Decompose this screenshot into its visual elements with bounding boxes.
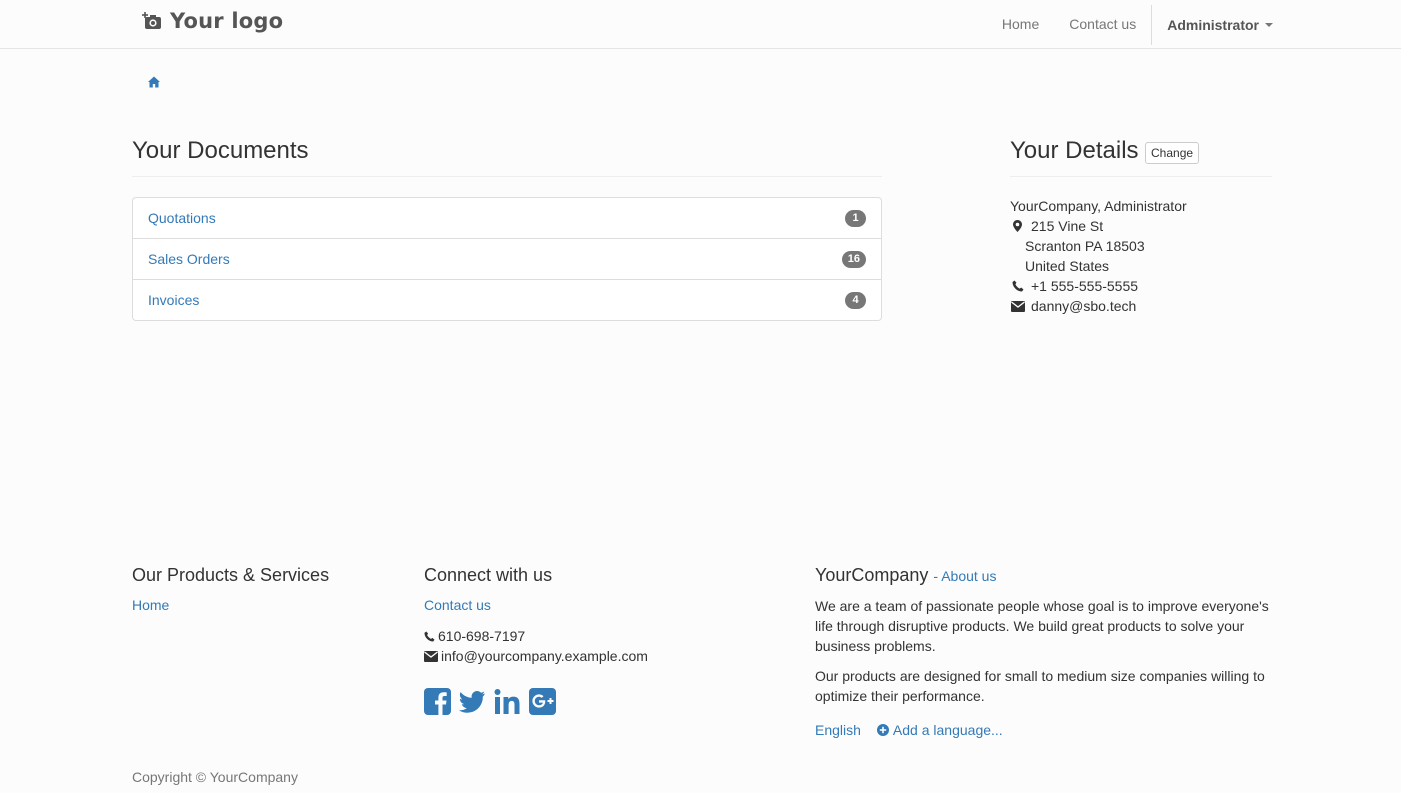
nav-links: Home Contact us Administrator (987, 0, 1273, 49)
envelope-icon (1010, 300, 1025, 312)
language-english-link[interactable]: English (815, 722, 861, 738)
doc-item-sales-orders[interactable]: Sales Orders 16 (133, 239, 881, 280)
doc-link-sales-orders[interactable]: Sales Orders (148, 251, 230, 267)
home-icon[interactable] (148, 76, 160, 88)
details-divider (1010, 176, 1272, 177)
doc-link-quotations[interactable]: Quotations (148, 210, 216, 226)
camera-plus-icon (142, 12, 161, 29)
doc-item-invoices[interactable]: Invoices 4 (133, 280, 881, 320)
footer-company-title: YourCompany - About us (815, 565, 996, 586)
about-paragraph-1: We are a team of passionate people whose… (815, 598, 1269, 654)
footer-email-row: info@yourcompany.example.com (424, 646, 648, 666)
nav-home-link[interactable]: Home (987, 0, 1054, 49)
details-email: danny@sbo.tech (1031, 298, 1137, 314)
documents-title: Your Documents (132, 137, 309, 164)
details-address-row: 215 Vine St (1010, 216, 1187, 236)
logo-text: Your logo (170, 9, 284, 33)
footer-contact-info: 610-698-7197 info@yourcompany.example.co… (424, 626, 648, 666)
details-country: United States (1025, 258, 1110, 274)
details-city: Scranton PA 18503 (1025, 238, 1145, 254)
details-phone-row: +1 555-555-5555 (1010, 276, 1187, 296)
documents-divider (132, 176, 882, 177)
details-title: Your Details (1010, 137, 1139, 164)
footer-phone-row: 610-698-7197 (424, 626, 648, 646)
social-links (424, 688, 556, 715)
about-paragraph-2: Our products are designed for small to m… (815, 668, 1265, 704)
facebook-icon[interactable] (424, 688, 451, 715)
count-badge: 1 (845, 209, 866, 227)
footer-phone: 610-698-7197 (438, 628, 526, 644)
footer-contact-link[interactable]: Contact us (424, 597, 491, 613)
footer-email: info@yourcompany.example.com (441, 648, 648, 664)
add-language-label: Add a language... (892, 722, 1003, 738)
phone-icon (424, 630, 435, 642)
details-name: YourCompany, Administrator (1010, 198, 1187, 214)
top-navbar: Your logo Home Contact us Administrator (0, 0, 1401, 49)
map-marker-icon (1010, 220, 1025, 232)
doc-link-invoices[interactable]: Invoices (148, 292, 199, 308)
details-street: 215 Vine St (1031, 218, 1104, 234)
details-phone: +1 555-555-5555 (1031, 278, 1139, 294)
footer-home-link[interactable]: Home (132, 597, 169, 613)
twitter-icon[interactable] (459, 688, 486, 715)
count-badge: 16 (841, 250, 866, 268)
details-block: YourCompany, Administrator 215 Vine St S… (1010, 196, 1187, 316)
user-menu-dropdown[interactable]: Administrator (1152, 17, 1273, 33)
user-menu-label: Administrator (1167, 16, 1259, 33)
linkedin-icon[interactable] (494, 688, 521, 715)
add-language-link[interactable]: Add a language... (876, 722, 1003, 738)
change-details-button[interactable]: Change (1145, 142, 1200, 164)
doc-item-quotations[interactable]: Quotations 1 (133, 198, 881, 239)
details-email-row: danny@sbo.tech (1010, 296, 1187, 316)
nav-contact-link[interactable]: Contact us (1054, 0, 1151, 49)
footer-products-title: Our Products & Services (132, 565, 330, 585)
language-selector: English Add a language... (815, 722, 1003, 738)
footer-about-text: We are a team of passionate people whose… (815, 596, 1273, 716)
copyright: Copyright © YourCompany (132, 769, 298, 785)
logo[interactable]: Your logo (142, 9, 283, 33)
plus-circle-icon (876, 724, 889, 736)
about-us-link[interactable]: - About us (933, 568, 996, 584)
phone-icon (1010, 280, 1025, 292)
count-badge: 4 (845, 291, 866, 309)
google-plus-icon[interactable] (529, 688, 556, 715)
footer-company-name: YourCompany (815, 565, 929, 585)
caret-down-icon (1265, 22, 1273, 27)
documents-list: Quotations 1 Sales Orders 16 Invoices 4 (132, 197, 882, 321)
envelope-icon (424, 650, 438, 662)
footer-connect-title: Connect with us (424, 565, 553, 585)
